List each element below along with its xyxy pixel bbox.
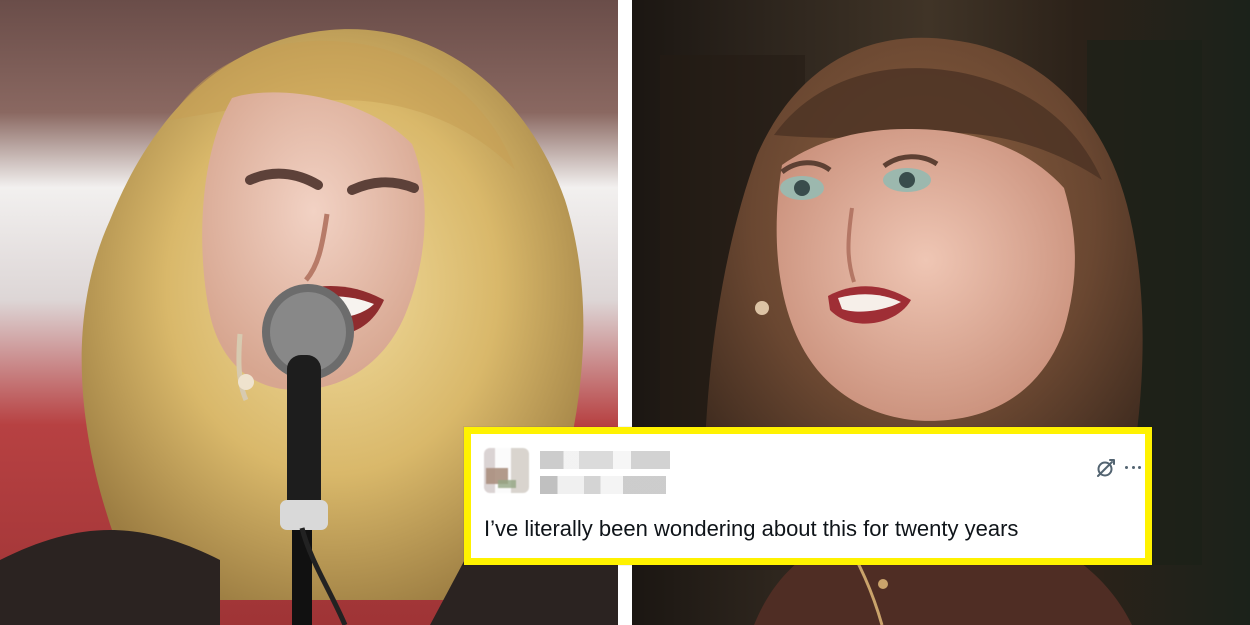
more-options-icon[interactable] (1125, 462, 1141, 472)
blurred-avatar (484, 448, 529, 493)
more-dot (1131, 465, 1135, 469)
blurred-username (540, 476, 666, 494)
grok-icon-svg (1097, 459, 1115, 477)
more-dot (1138, 465, 1141, 469)
tweet-text: I’ve literally been wondering about this… (484, 516, 1019, 541)
more-dot (1125, 465, 1128, 469)
grok-icon[interactable] (1094, 458, 1116, 480)
meme-collage: I’ve literally been wondering about this… (0, 0, 1250, 625)
tweet-card-content: I’ve literally been wondering about this… (471, 434, 1145, 558)
blurred-display-name (540, 451, 670, 469)
tweet-card: I’ve literally been wondering about this… (464, 427, 1152, 565)
